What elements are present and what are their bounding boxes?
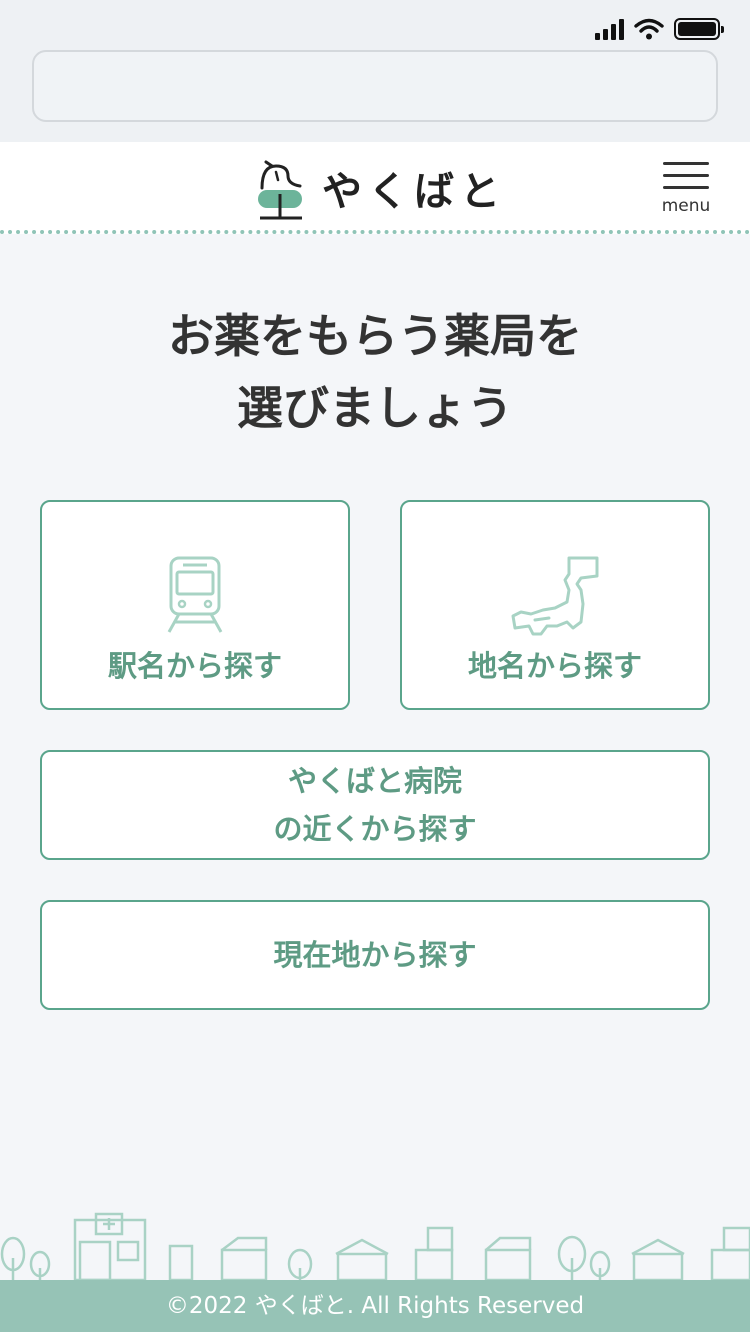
search-near-hospital-label: やくばと病院 の近くから探す <box>273 757 476 853</box>
hospital-label-line-1: やくばと病院 <box>287 764 462 798</box>
train-icon <box>167 556 223 633</box>
search-near-hospital-button[interactable]: やくばと病院 の近くから探す <box>40 750 710 860</box>
search-by-area-button[interactable]: 地名から探す <box>400 500 710 710</box>
wifi-icon <box>634 18 664 40</box>
pigeon-logo-icon <box>258 160 302 220</box>
title-line-2: 選びましょう <box>237 381 513 435</box>
hamburger-line <box>663 186 709 189</box>
logo-text: やくばと <box>322 169 506 215</box>
signal-icon <box>595 18 624 40</box>
town-illustration <box>0 1212 750 1282</box>
search-by-area-label: 地名から探す <box>467 649 642 683</box>
search-by-current-location-button[interactable]: 現在地から探す <box>40 900 710 1010</box>
search-by-station-label: 駅名から探す <box>107 649 282 683</box>
url-bar[interactable] <box>32 50 718 122</box>
hamburger-icon <box>663 162 709 165</box>
search-by-station-button[interactable]: 駅名から探す <box>40 500 350 710</box>
browser-chrome <box>0 0 750 142</box>
battery-icon <box>674 18 724 40</box>
hamburger-line <box>663 174 709 177</box>
site-header: やくばと menu <box>0 142 750 234</box>
title-line-1: お薬をもらう薬局を <box>168 309 582 363</box>
menu-label: menu <box>661 196 711 216</box>
hospital-label-line-2: の近くから探す <box>273 812 477 846</box>
menu-button[interactable]: menu <box>660 162 712 218</box>
logo[interactable]: やくばと <box>254 154 506 222</box>
japan-map-icon <box>511 556 599 636</box>
status-bar <box>595 14 724 44</box>
search-by-current-location-label: 現在地から探す <box>273 938 477 972</box>
page-title: お薬をもらう薬局を 選びましょう <box>0 300 750 444</box>
copyright-text: ©2022 やくばと. All Rights Reserved <box>165 1293 585 1319</box>
footer: ©2022 やくばと. All Rights Reserved <box>0 1280 750 1332</box>
